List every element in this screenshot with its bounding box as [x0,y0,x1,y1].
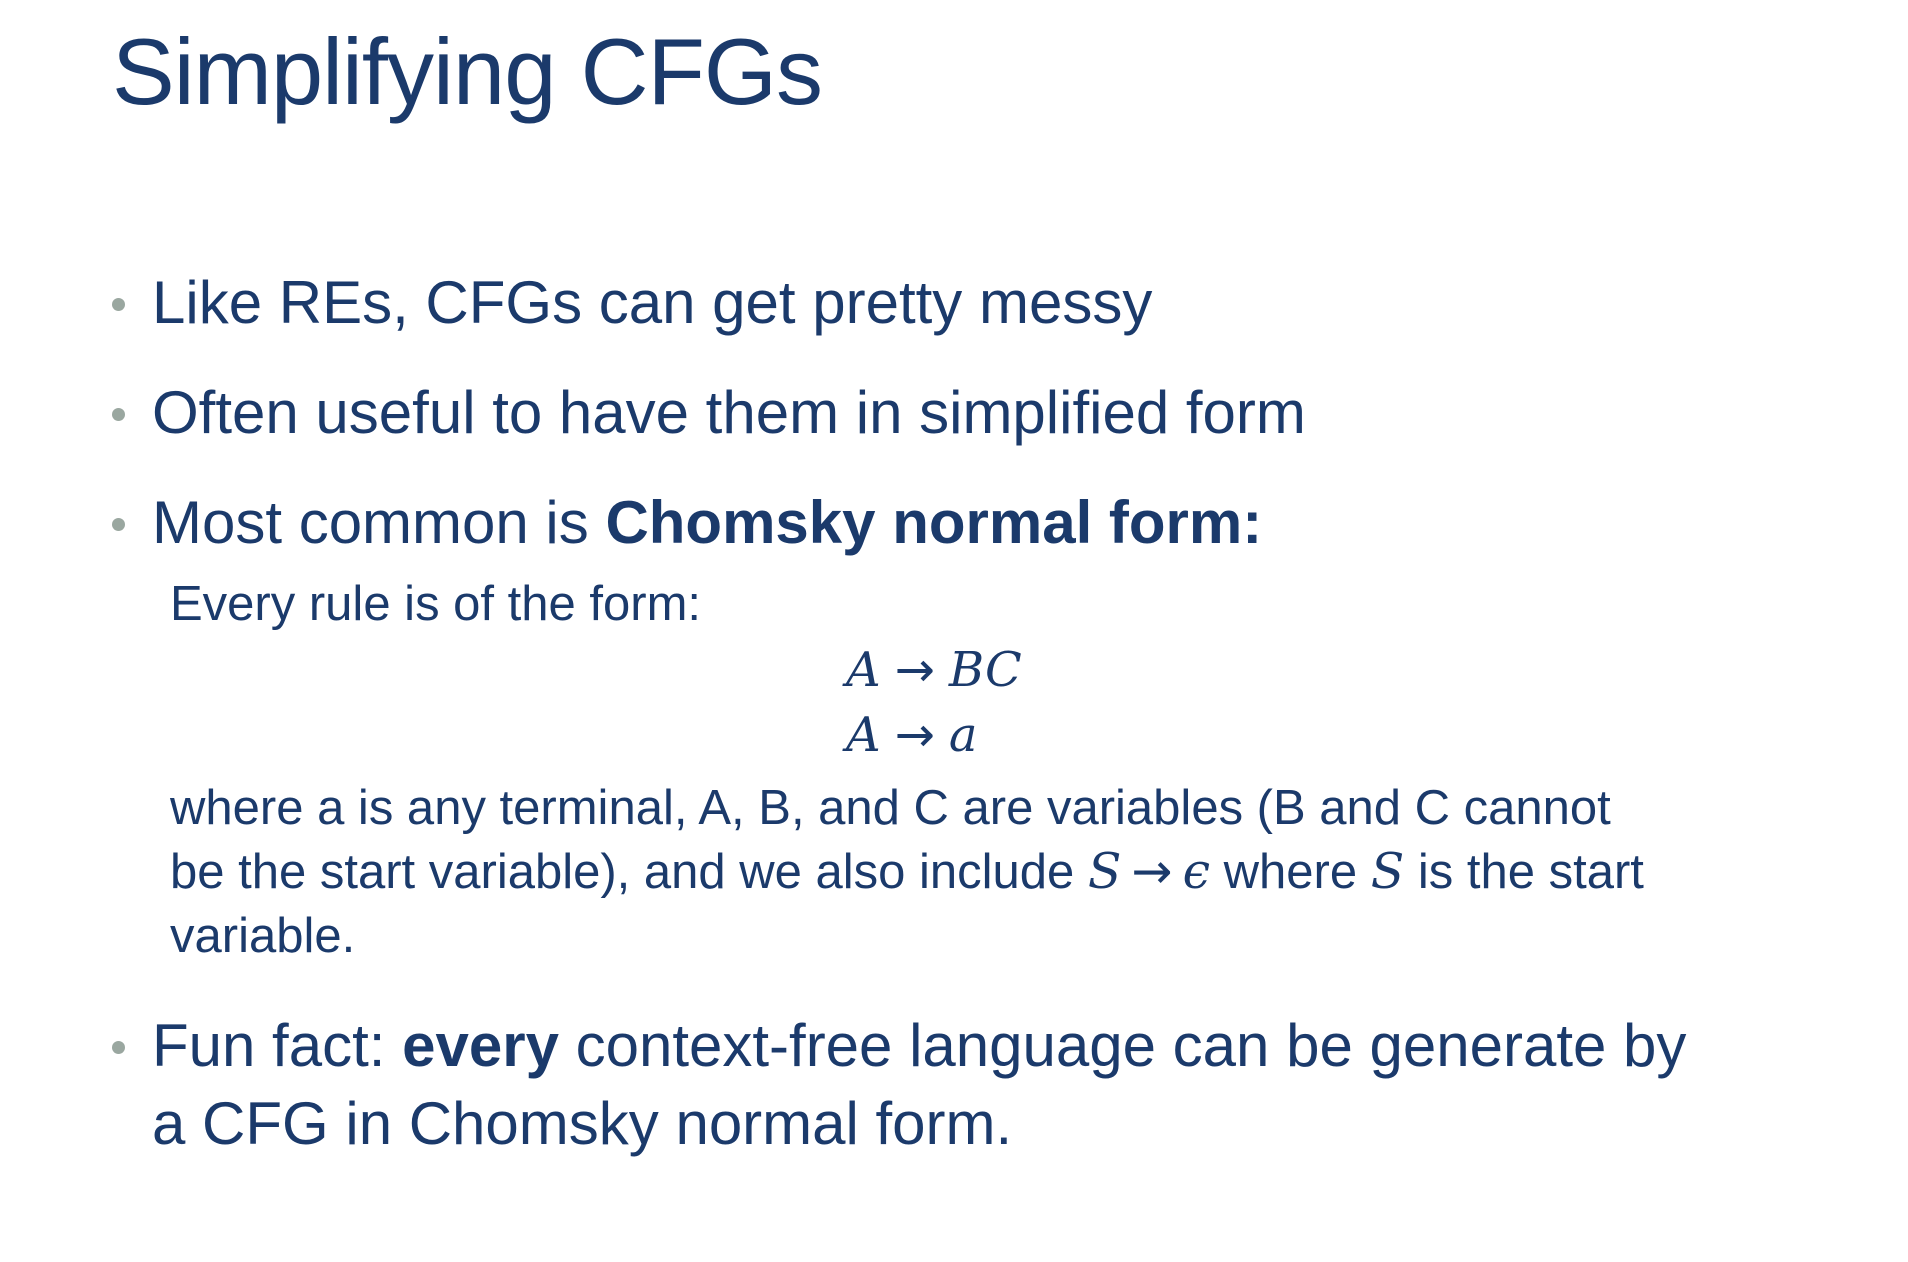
math-expression: S → ϵ [1088,843,1210,900]
bullet-line: Fun fact: every context-free language ca… [152,1007,1686,1085]
explanation-line: where a is any terminal, A, B, and C are… [170,781,1611,835]
explanation-paragraph: where a is any terminal, A, B, and C are… [170,776,1644,968]
bullet-text-bold: every [402,1012,559,1079]
rule-rhs: a [948,707,978,763]
bullet-text: Fun fact: every context-free language ca… [152,1007,1686,1163]
explanation-text: is the start [1404,845,1644,899]
explanation-text: where [1210,845,1371,899]
bullet-text: Like REs, CFGs can get pretty messy [152,269,1153,336]
bullet-dot-icon [112,1041,125,1054]
arrow-icon: → [894,642,935,698]
rule-lhs: A [846,707,881,763]
rule-equation: A → a [846,703,978,767]
arrow-icon: → [1131,843,1173,900]
slide-title: Simplifying CFGs [112,19,823,124]
bullet-dot-icon [112,408,125,421]
rule-intro: Every rule is of the form: [170,577,702,631]
bullet-dot-icon [112,298,125,311]
bullet-text: Often useful to have them in simplified … [152,379,1306,446]
explanation-text: be the start variable), and we also incl… [170,845,1088,899]
bullet-dot-icon [112,518,125,531]
explanation-line: variable. [170,909,356,963]
math-symbol: S [1087,843,1122,900]
slide: Simplifying CFGs Like REs, CFGs can get … [0,0,1908,1262]
math-symbol: S [1370,843,1405,900]
math-symbol: ϵ [1182,843,1211,900]
bullet-text-prefix: Fun fact: [152,1012,403,1079]
rule-rhs: BC [948,642,1022,698]
bullet-text-rest: context-free language can be generate by [558,1012,1687,1079]
bullet-text: Most common is Chomsky normal form: [152,484,1262,562]
explanation-line: be the start variable), and we also incl… [170,840,1644,904]
rule-lhs: A [846,642,881,698]
bullet-text-bold: Chomsky normal form: [605,489,1263,556]
rule-equation: A → BC [846,638,1022,702]
bullet-text-prefix: Most common is [152,489,606,556]
arrow-icon: → [894,707,935,763]
bullet-line: a CFG in Chomsky normal form. [152,1090,1013,1157]
